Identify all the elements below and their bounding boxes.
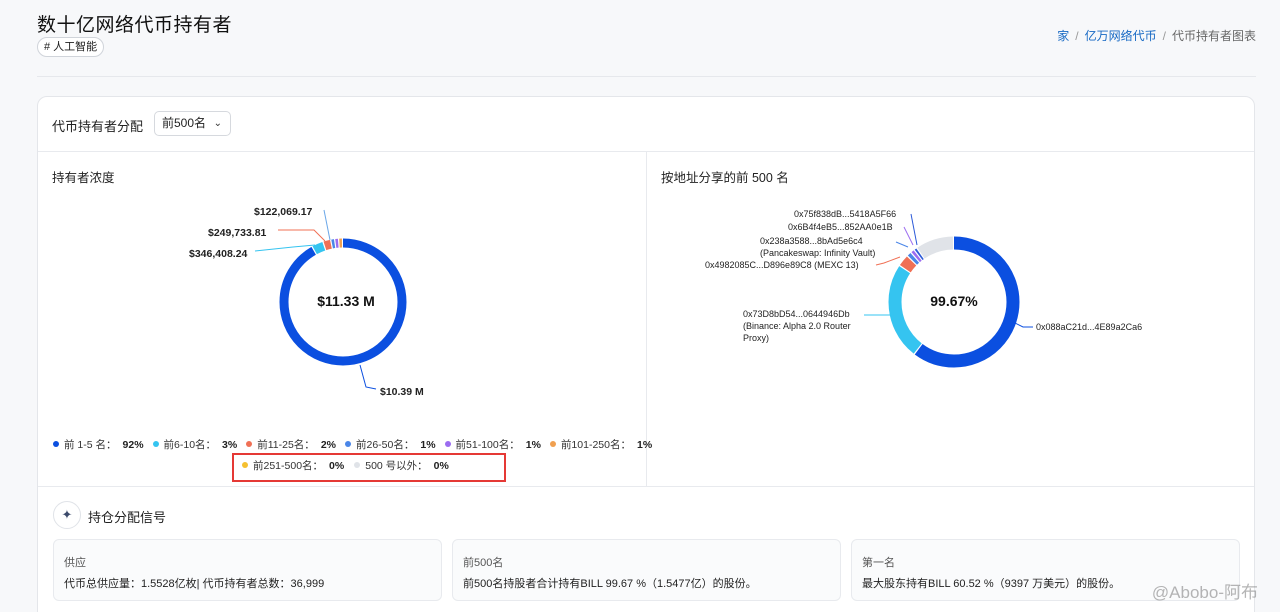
concentration-center-label: $11.33 M [317,293,375,309]
leader-line [359,364,377,390]
header-divider [37,76,1256,77]
callout-label: Proxy) [743,333,769,343]
legend-item[interactable]: 前51-100名： 1% [444,437,541,452]
legend-pct: 1% [525,439,541,451]
leader-line [278,229,326,242]
callout-label: 0x238a3588...8bAd5e6c4 [760,236,863,246]
callout-label: (Pancakeswap: Infinity Vault) [760,248,875,258]
leader-line [903,226,914,246]
info-box-label: 前500名 [463,557,504,569]
breadcrumb-sep: / [1162,29,1166,43]
holder-distribution-card: 代币持有者分配 前500名 ⌄ 持有者浓度 按地址分享的前 500 名 $122… [37,96,1255,612]
callout-label: $346,408.24 [189,248,248,260]
leader-line [895,241,909,248]
breadcrumb-parent[interactable]: 亿万网络代币 [1085,29,1157,43]
info-box-top500: 前500名 前500名持股者合计持有BILL 99.67 %（1.5477亿）的… [452,539,841,601]
info-box-text: 代币总供应量：1.5528亿枚| 代币持有者总数：36,999 [64,578,325,590]
legend-label: 前 1-5 名： [64,439,117,451]
charts-svg: $122,069.17 $249,733.81 $346,408.24 $10.… [189,206,1142,398]
info-box-label: 供应 [64,557,86,569]
leader-line [254,244,316,252]
callout-label: $122,069.17 [254,206,313,218]
info-box-label: 第一名 [862,557,895,569]
breadcrumb-current: 代币持有者图表 [1171,29,1256,43]
top500-center-label: 99.67% [930,293,978,309]
callout-label: 0x6B4f4eB5...852AA0e1B [788,222,893,232]
watermark: @Abobo-阿布 [1151,583,1258,602]
callout-label: $249,733.81 [208,227,267,239]
info-box-text: 前500名持股者合计持有BILL 99.67 %（1.5477亿）的股份。 [463,578,757,590]
legend-dot-icon [549,441,556,447]
breadcrumb-sep: / [1075,29,1079,43]
concentration-legend: 前 1-5 名： 92% 前6-10名： 3% 前11-25名： 2% 前26-50名： 1%… [53,437,661,452]
page-title: 数十亿网络代币持有者 [37,15,233,36]
leader-line [875,256,901,266]
legend-pct: 2% [320,439,336,451]
leader-line [323,209,331,241]
legend-item[interactable]: 前11-25名： 2% [246,437,336,452]
category-tag[interactable]: # 人工智能 [37,37,105,57]
callout-label: 0x75f838dB...5418A5F66 [794,209,896,219]
callout-label: $10.39 M [380,386,424,398]
legend-dot-icon [152,441,159,447]
callout-label: 0x4982085C...D896e89C8 (MEXC 13) [705,260,859,270]
legend-pct: 3% [222,439,238,451]
callout-label: 0x088aC21d...4E89a2Ca6 [1036,322,1142,332]
legend-dot-icon [53,441,59,447]
legend-label: 前51-100名： [455,439,520,451]
legend-item[interactable]: 前6-10名： 3% [152,437,238,452]
legend-dot-icon [246,441,253,447]
callout-label: (Binance: Alpha 2.0 Router [743,321,851,331]
leader-line [910,213,918,246]
highlight-annotation-box [232,453,506,482]
info-box-text: 最大股东持有BILL 60.52 %（9397 万美元）的股份。 [862,578,1121,590]
signals-title: 持仓分配信号 [88,510,167,525]
legend-pct: 1% [420,439,436,451]
legend-label: 前101-250名： [560,439,631,451]
legend-label: 前11-25名： [257,439,315,451]
breadcrumb-home[interactable]: 家 [1057,29,1069,43]
legend-label: 前26-50名： [356,439,415,451]
legend-label: 前6-10名： [163,439,217,451]
legend-item[interactable]: 前26-50名： 1% [345,437,436,452]
info-box-supply: 供应 代币总供应量：1.5528亿枚| 代币持有者总数：36,999 [53,539,442,601]
breadcrumb: 家 / 亿万网络代币 / 代币持有者图表 [1057,27,1256,44]
legend-pct: 92% [122,439,144,451]
callout-label: 0x73D8bD54...0644946Db [743,309,850,319]
legend-item[interactable]: 前101-250名： 1% [549,437,653,452]
legend-dot-icon [444,441,451,447]
legend-pct: 1% [636,439,653,451]
legend-item[interactable]: 前 1-5 名： 92% [53,437,144,452]
legend-dot-icon [345,441,351,447]
sparkle-icon: ✦ [53,501,81,529]
